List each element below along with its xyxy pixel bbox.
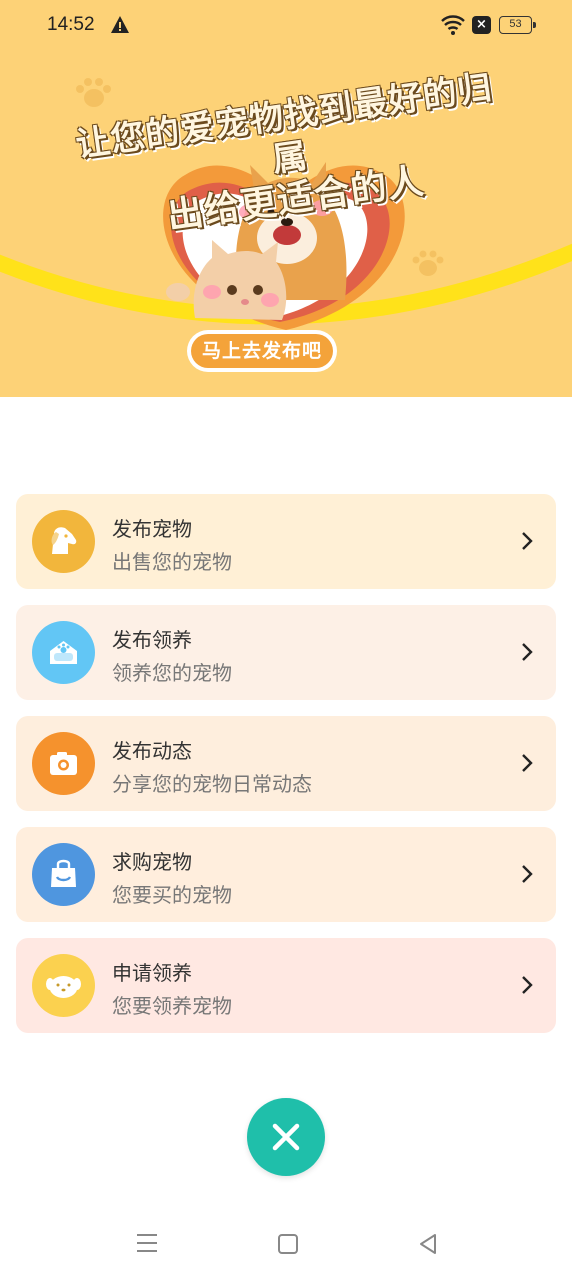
back-icon[interactable] <box>418 1233 438 1255</box>
chevron-right-icon <box>522 976 533 994</box>
chevron-right-icon <box>522 754 533 772</box>
menu-item-subtitle: 领养您的宠物 <box>112 661 232 685</box>
menu-item-subtitle: 您要领养宠物 <box>112 994 232 1018</box>
menu-item-title: 发布动态 <box>112 739 192 763</box>
puppy-face-icon <box>32 954 95 1017</box>
warning-icon <box>111 16 129 33</box>
close-icon <box>272 1123 300 1151</box>
publish-now-label: 马上去发布吧 <box>191 334 333 368</box>
camera-icon <box>32 732 95 795</box>
menu-item-title: 发布宠物 <box>112 517 192 541</box>
home-icon[interactable] <box>278 1234 298 1254</box>
menu-item-title: 申请领养 <box>112 961 192 985</box>
close-button[interactable] <box>247 1098 325 1176</box>
menu-item-title: 发布领养 <box>112 628 192 652</box>
menu-item-publish-moment[interactable]: 发布动态 分享您的宠物日常动态 <box>16 716 556 811</box>
shopping-bag-icon <box>32 843 95 906</box>
menu-item-subtitle: 出售您的宠物 <box>112 550 232 574</box>
promo-banner: 让您的爱宠物找到最好的归属 出给更适合的人 马上去发布吧 <box>0 0 572 397</box>
menu-item-apply-adoption[interactable]: 申请领养 您要领养宠物 <box>16 938 556 1033</box>
publish-menu: 发布宠物 出售您的宠物 发布领养 领养您的宠物 发布动态 分享您的宠物日常动态 … <box>16 494 556 1049</box>
chevron-right-icon <box>522 532 533 550</box>
menu-item-publish-pet[interactable]: 发布宠物 出售您的宠物 <box>16 494 556 589</box>
menu-item-buy-pet[interactable]: 求购宠物 您要买的宠物 <box>16 827 556 922</box>
menu-item-subtitle: 分享您的宠物日常动态 <box>112 772 312 796</box>
wifi-icon <box>441 15 465 35</box>
system-nav-bar <box>0 1206 572 1280</box>
dog-icon <box>32 510 95 573</box>
sim-off-icon: × <box>472 16 491 34</box>
chevron-right-icon <box>522 643 533 661</box>
battery-icon: 53 <box>499 16 536 34</box>
publish-now-button[interactable]: 马上去发布吧 <box>187 330 337 372</box>
status-time: 14:52 <box>47 14 95 35</box>
status-bar: 14:52 × 53 <box>0 0 572 52</box>
chevron-right-icon <box>522 865 533 883</box>
battery-level: 53 <box>509 18 522 30</box>
menu-item-title: 求购宠物 <box>112 850 192 874</box>
pet-house-icon <box>32 621 95 684</box>
menu-icon[interactable] <box>136 1233 158 1253</box>
menu-item-publish-adoption[interactable]: 发布领养 领养您的宠物 <box>16 605 556 700</box>
menu-item-subtitle: 您要买的宠物 <box>112 883 232 907</box>
